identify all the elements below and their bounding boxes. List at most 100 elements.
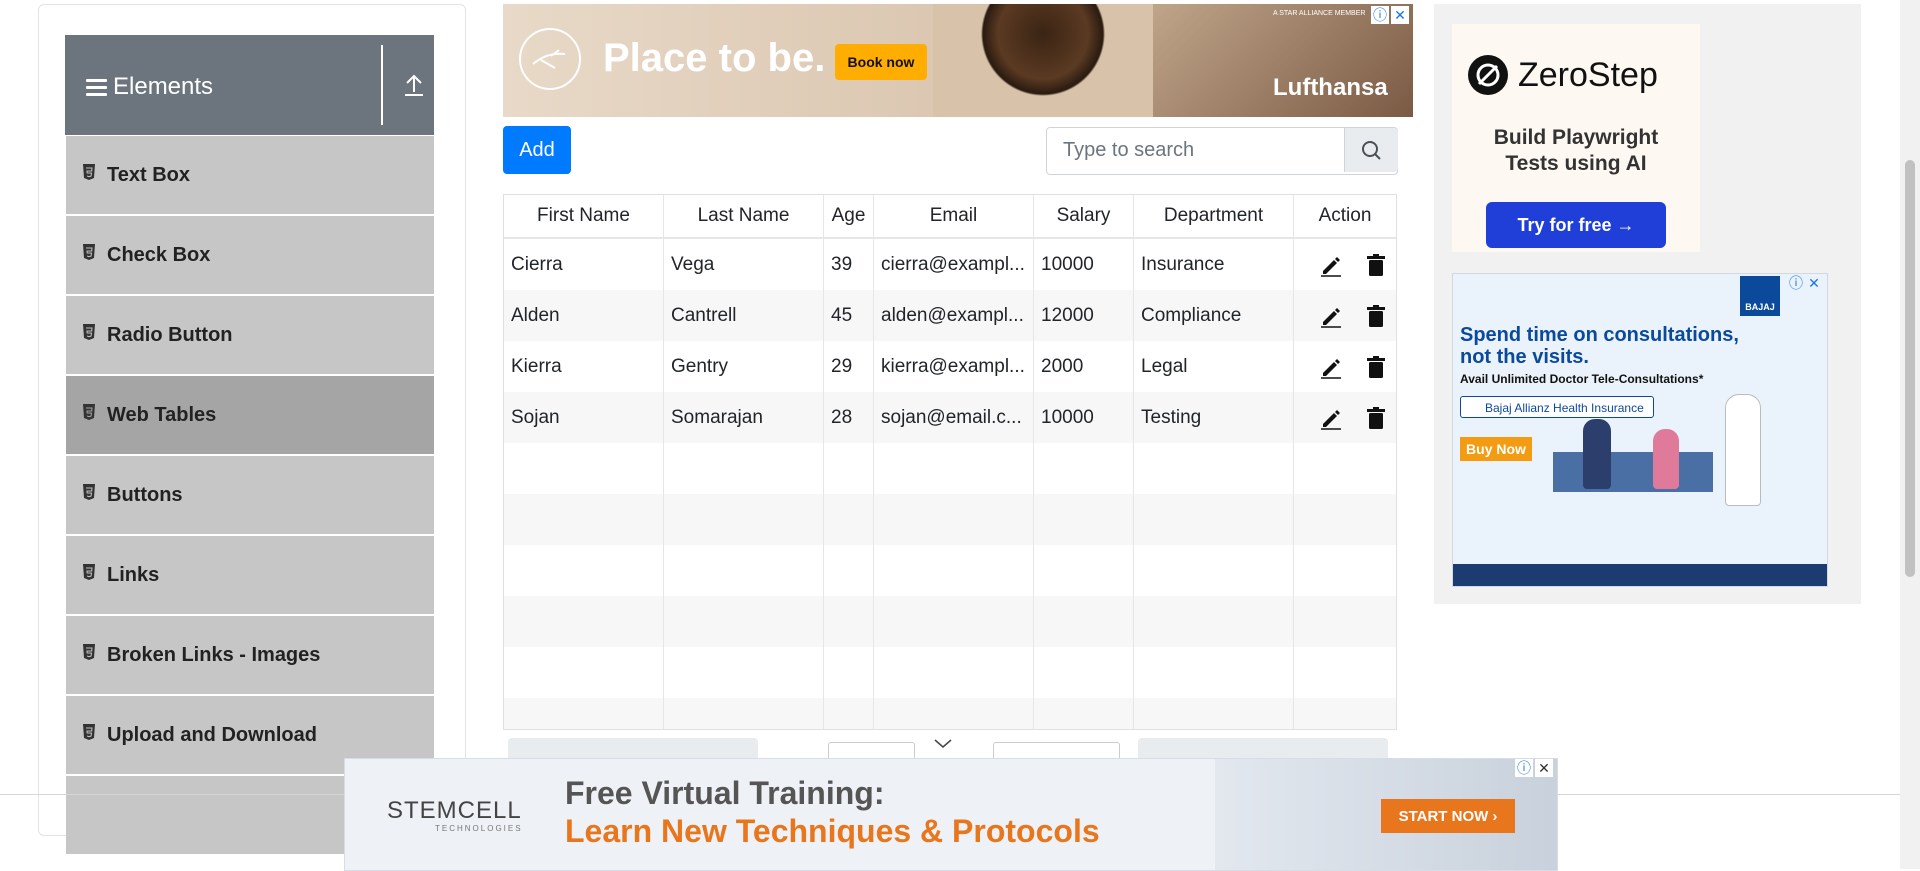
sidebar-item-label: Upload and Download: [107, 724, 317, 746]
edit-icon[interactable]: [1319, 355, 1343, 379]
bajaj-ad[interactable]: BAJAJ ⓘ ✕ Spend time on consultations, n…: [1452, 273, 1828, 587]
table-cell-age: [824, 698, 874, 729]
sidebar-item-radio-button[interactable]: Radio Button: [66, 296, 434, 376]
sidebar-item-broken-links[interactable]: Broken Links - Images: [66, 616, 434, 696]
ad-small-text: A STAR ALLIANCE MEMBER: [1273, 10, 1366, 17]
stemcell-brand: STEMCELL: [387, 797, 522, 824]
column-header-email[interactable]: Email: [874, 195, 1034, 237]
column-header-salary[interactable]: Salary: [1034, 195, 1134, 237]
delete-icon[interactable]: [1364, 406, 1388, 430]
table-cell-action: [1294, 545, 1396, 596]
book-now-button[interactable]: Book now: [835, 44, 927, 80]
ad-close-icon[interactable]: ✕: [1535, 759, 1553, 777]
table-cell-first: Kierra: [504, 341, 664, 392]
delete-icon[interactable]: [1364, 304, 1388, 328]
column-header-age[interactable]: Age: [824, 195, 874, 237]
table-row: [504, 698, 1396, 729]
scrollbar-thumb[interactable]: [1905, 160, 1915, 577]
table-cell-action: [1294, 647, 1396, 698]
table-cell-salary: 10000: [1034, 239, 1134, 290]
table-row: [504, 596, 1396, 647]
sidebar-item-label: Buttons: [107, 484, 183, 506]
bajaj-subtext: Avail Unlimited Doctor Tele-Consultation…: [1460, 372, 1704, 386]
sidebar-item-web-tables[interactable]: Web Tables: [66, 376, 434, 456]
table-cell-email: [874, 443, 1034, 494]
menu-icon: [86, 79, 107, 100]
top-banner-ad[interactable]: Place to be. Book now Lufthansa A STAR A…: [503, 4, 1413, 117]
web-table: First Name Last Name Age Email Salary De…: [503, 194, 1397, 730]
add-button[interactable]: Add: [503, 126, 571, 174]
table-cell-salary: [1034, 545, 1134, 596]
edit-icon[interactable]: [1319, 253, 1343, 277]
column-header-last-name[interactable]: Last Name: [664, 195, 824, 237]
sidebar-item-text-box[interactable]: Text Box: [66, 136, 434, 216]
delete-icon[interactable]: [1364, 253, 1388, 277]
table-cell-first: [504, 443, 664, 494]
table-cell-age: [824, 443, 874, 494]
bottom-banner-ad[interactable]: STEMCELL TECHNOLOGIES Free Virtual Train…: [344, 758, 1558, 871]
ad-info-icon[interactable]: ⓘ: [1787, 274, 1805, 292]
table-cell-department: [1134, 494, 1294, 545]
table-row: Alden Cantrell 45 alden@exampl... 12000 Compl…: [504, 290, 1396, 341]
column-header-first-name[interactable]: First Name: [504, 195, 664, 237]
ad-info-icon[interactable]: ⓘ: [1515, 759, 1533, 777]
sidebar-item-label: Web Tables: [107, 404, 217, 426]
table-cell-email: alden@exampl...: [874, 290, 1034, 341]
html5-icon: [83, 324, 95, 340]
table-cell-department: [1134, 698, 1294, 729]
table-cell-last: [664, 494, 824, 545]
search-button[interactable]: [1344, 128, 1398, 172]
bench-illustration: [1553, 452, 1713, 492]
try-for-free-button[interactable]: Try for free →: [1486, 202, 1666, 248]
edit-icon[interactable]: [1319, 406, 1343, 430]
table-cell-action: [1294, 443, 1396, 494]
table-cell-last: [664, 443, 824, 494]
lufthansa-crane-icon: [519, 28, 581, 90]
elements-group-header[interactable]: Elements: [65, 35, 434, 135]
table-row: Sojan Somarajan 28 sojan@email.c... 10000 Tes…: [504, 392, 1396, 443]
html5-icon: [83, 404, 95, 420]
zerostep-line2: Tests using AI: [1505, 152, 1647, 175]
sidebar-item-label: Text Box: [107, 164, 190, 186]
ad-info-icon[interactable]: ⓘ: [1371, 6, 1389, 24]
start-now-button[interactable]: START NOW ›: [1381, 799, 1515, 833]
table-cell-first: [504, 494, 664, 545]
buy-now-button[interactable]: Buy Now: [1460, 437, 1532, 461]
sidebar-item-check-box[interactable]: Check Box: [66, 216, 434, 296]
table-cell-last: Gentry: [664, 341, 824, 392]
sidebar-item-label: Check Box: [107, 244, 211, 266]
ad-close-icon[interactable]: ✕: [1805, 274, 1823, 292]
search-box: [1046, 127, 1398, 175]
table-cell-last: Cantrell: [664, 290, 824, 341]
html5-icon: [83, 164, 95, 180]
page-scrollbar[interactable]: [1900, 0, 1920, 869]
sidebar-item-label: Links: [107, 564, 160, 586]
ad-close-icon[interactable]: ✕: [1391, 6, 1409, 24]
table-cell-email: cierra@exampl...: [874, 239, 1034, 290]
delete-icon[interactable]: [1364, 355, 1388, 379]
table-cell-age: [824, 647, 874, 698]
table-cell-first: [504, 647, 664, 698]
patient-illustration: [1653, 429, 1679, 489]
zerostep-ad[interactable]: ZeroStep Build Playwright Tests using AI…: [1452, 24, 1700, 252]
table-row: Cierra Vega 39 cierra@exampl... 10000 Insuran…: [504, 239, 1396, 290]
ad-headline2: Learn New Techniques & Protocols: [565, 813, 1100, 849]
chevron-down-icon[interactable]: [933, 738, 953, 750]
bajaj-search-field: Bajaj Allianz Health Insurance: [1460, 396, 1654, 418]
table-cell-email: [874, 698, 1034, 729]
table-cell-department: Testing: [1134, 392, 1294, 443]
table-cell-age: [824, 545, 874, 596]
table-cell-last: [664, 698, 824, 729]
column-header-department[interactable]: Department: [1134, 195, 1294, 237]
zerostep-logo-icon: [1468, 55, 1508, 95]
sidebar-item-buttons[interactable]: Buttons: [66, 456, 434, 536]
table-row: Kierra Gentry 29 kierra@exampl... 2000 Legal: [504, 341, 1396, 392]
search-input[interactable]: [1047, 128, 1343, 172]
html5-icon: [83, 244, 95, 260]
doctor-illustration: [1725, 394, 1761, 506]
edit-icon[interactable]: [1319, 304, 1343, 328]
group-title: Elements: [113, 73, 214, 100]
collapse-arrow-icon[interactable]: [403, 73, 425, 97]
table-cell-department: [1134, 443, 1294, 494]
sidebar-item-links[interactable]: Links: [66, 536, 434, 616]
